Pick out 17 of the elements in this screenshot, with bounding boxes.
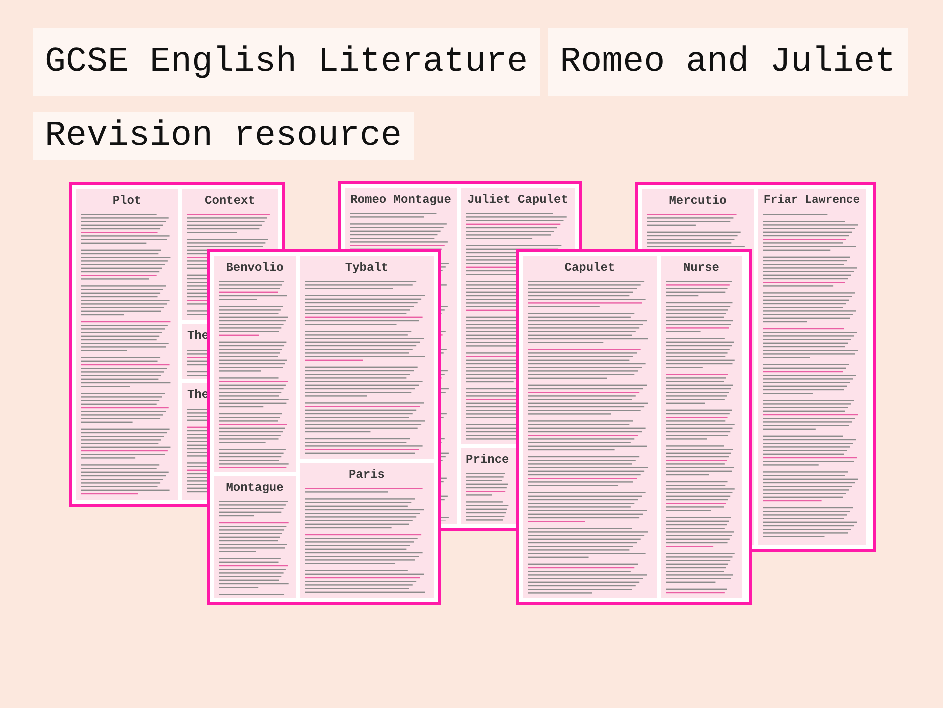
- text-lines-drawing: [466, 471, 510, 521]
- section-heading: Paris: [348, 468, 385, 482]
- section-heading: Juliet Capulet: [468, 193, 568, 208]
- section-heading: Benvolio: [226, 261, 284, 276]
- section-heading: Context: [205, 194, 256, 208]
- section-heading: Romeo Montague: [350, 193, 452, 208]
- page-title: Revision resource: [33, 112, 414, 160]
- section-heading: Nurse: [683, 261, 720, 276]
- section-heading: Montague: [226, 480, 284, 495]
- section-heading: Tybalt: [345, 261, 389, 276]
- section-heading: Plot: [112, 194, 142, 208]
- page-title: Romeo and Juliet: [548, 28, 908, 96]
- section-heading: Friar Lawrence: [764, 194, 860, 208]
- section-heading: Prince: [466, 452, 510, 468]
- section-heading: Mercutio: [669, 194, 727, 208]
- page-title: GCSE English Literature: [33, 28, 540, 96]
- section-heading: Capulet: [564, 261, 616, 276]
